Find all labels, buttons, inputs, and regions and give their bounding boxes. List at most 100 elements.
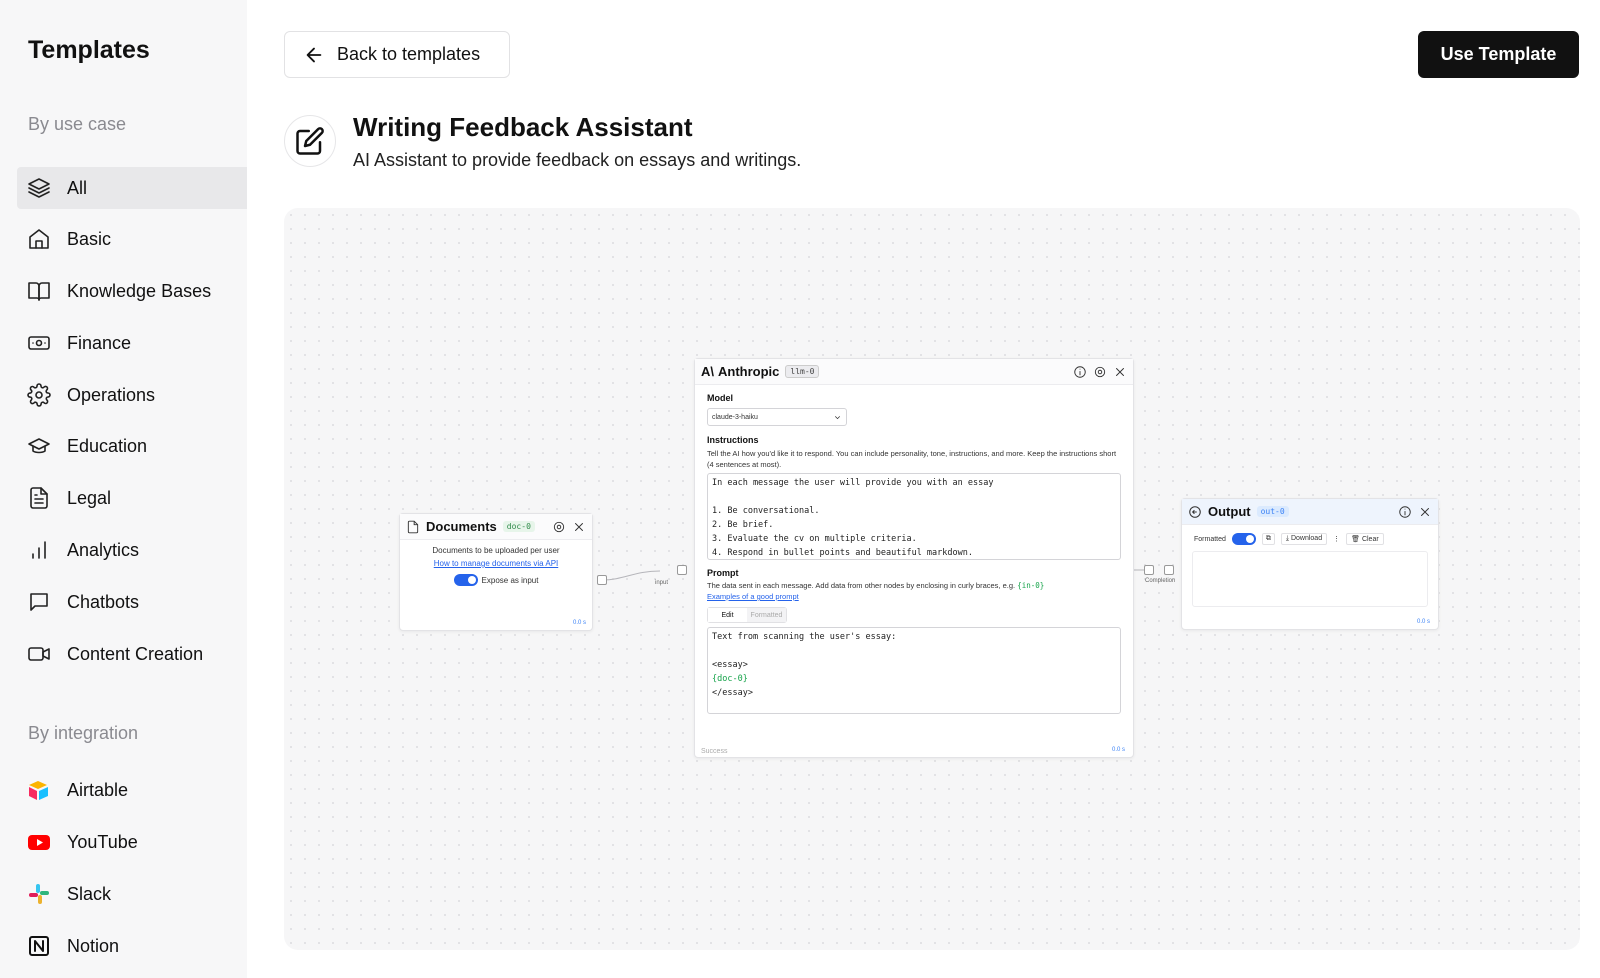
anthropic-node-header: A\ Anthropic llm-0 [695, 359, 1133, 385]
close-icon[interactable] [1113, 365, 1127, 379]
use-template-button[interactable]: Use Template [1418, 31, 1579, 78]
sidebar-item-label: Content Creation [67, 643, 204, 664]
sidebar-item-all[interactable]: All [17, 167, 247, 209]
back-button-label: Back to templates [337, 44, 481, 64]
prompt-label: Prompt [707, 568, 739, 578]
section-label-integration: By integration [28, 723, 139, 743]
chat-bubble-icon [26, 589, 52, 615]
documents-node-tag: doc-0 [502, 521, 535, 532]
sidebar-item-label: YouTube [67, 831, 138, 852]
sidebar-item-content-creation[interactable]: Content Creation [17, 633, 247, 675]
documents-node-header: Documents doc-0 [400, 514, 592, 540]
copy-icon[interactable]: ⧉ [1261, 533, 1275, 545]
sidebar-item-knowledge-bases[interactable]: Knowledge Bases [17, 270, 247, 312]
page-title: Writing Feedback Assistant [353, 112, 693, 142]
tab-edit[interactable]: Edit [708, 608, 747, 622]
sidebar-item-legal[interactable]: Legal [17, 477, 247, 519]
sidebar-item-operations[interactable]: Operations [17, 374, 247, 416]
model-select-value: claude-3-haiku [712, 413, 758, 421]
formatted-toggle[interactable] [1231, 533, 1256, 545]
download-label: Download [1290, 535, 1323, 542]
download-button[interactable]: ⤓ Download [1280, 533, 1328, 545]
model-select[interactable]: claude-3-haiku [707, 408, 847, 426]
sidebar-item-label: Airtable [67, 779, 129, 800]
model-label: Model [707, 393, 733, 403]
sidebar-item-analytics[interactable]: Analytics [17, 529, 247, 571]
good-prompt-link[interactable]: Examples of a good prompt [707, 592, 1121, 601]
instructions-label: Instructions [707, 435, 759, 445]
documents-node-title: Documents [426, 519, 497, 534]
sidebar-item-chatbots[interactable]: Chatbots [17, 581, 247, 623]
slack-logo-icon [26, 881, 52, 907]
sidebar-item-basic[interactable]: Basic [17, 218, 247, 260]
flow-canvas[interactable]: Documents doc-0 Documents to be uploaded… [284, 208, 1580, 950]
anthropic-node-tag: llm-0 [785, 365, 820, 378]
prompt-textarea[interactable]: Text from scanning the user's essay: <es… [707, 627, 1121, 714]
sidebar-item-youtube[interactable]: YouTube [17, 821, 247, 863]
anthropic-node-timer: 0.0 s [1111, 747, 1125, 753]
sidebar: Templates By use case All Basic Knowledg… [0, 0, 247, 978]
sidebar-item-label: Legal [67, 487, 112, 508]
back-to-templates-button[interactable]: Back to templates [284, 31, 510, 78]
prompt-line-2: <essay> [712, 660, 748, 670]
graduation-cap-icon [26, 433, 52, 459]
expose-input-label: Expose as input [481, 575, 539, 585]
more-icon[interactable]: ⋮ [1333, 535, 1340, 543]
formatted-label: Formatted [1194, 535, 1226, 543]
gear-icon [26, 382, 52, 408]
chevron-down-icon [834, 415, 841, 419]
sidebar-item-education[interactable]: Education [17, 425, 247, 467]
prompt-line-4: </essay> [712, 688, 753, 698]
gear-icon[interactable] [552, 520, 566, 534]
edge-completion-label: Completion [1145, 578, 1176, 584]
prompt-line-3: {doc-0} [712, 674, 748, 684]
clear-button[interactable]: 🗑 Clear [1346, 533, 1384, 545]
sidebar-item-airtable[interactable]: Airtable [17, 769, 247, 811]
sidebar-item-label: Slack [67, 883, 112, 904]
close-icon[interactable] [1418, 505, 1432, 519]
sidebar-item-finance[interactable]: Finance [17, 322, 247, 364]
anthropic-output-port[interactable] [1144, 565, 1154, 575]
sidebar-item-label: Finance [67, 332, 132, 353]
output-node[interactable]: Output out-0 Formatted ⧉ ⤓ Download ⋮ 🗑 … [1181, 498, 1439, 630]
sidebar-item-label: Knowledge Bases [67, 280, 212, 301]
sidebar-item-label: All [67, 177, 88, 198]
instructions-textarea[interactable]: In each message the user will provide yo… [707, 473, 1121, 560]
gear-icon[interactable] [1093, 365, 1107, 379]
edge-input-label: input [655, 580, 669, 586]
info-icon[interactable] [1073, 365, 1087, 379]
banknote-icon [26, 330, 52, 356]
youtube-logo-icon [26, 829, 52, 855]
book-icon [26, 278, 52, 304]
close-icon[interactable] [572, 520, 586, 534]
sidebar-item-label: Operations [67, 384, 156, 405]
sidebar-item-label: Chatbots [67, 591, 140, 612]
expose-input-toggle[interactable] [453, 574, 478, 586]
section-label-use-case: By use case [28, 114, 127, 134]
notion-logo-icon [26, 933, 52, 959]
tab-formatted[interactable]: Formatted [747, 608, 786, 622]
sidebar-item-label: Basic [67, 228, 112, 249]
document-icon [26, 485, 52, 511]
output-node-tag: out-0 [1256, 506, 1289, 517]
clear-label: Clear [1361, 536, 1379, 543]
output-input-port[interactable] [1164, 565, 1174, 575]
info-icon[interactable] [1398, 505, 1412, 519]
anthropic-node[interactable]: A\ Anthropic llm-0 Model claude-3-haiku … [694, 358, 1134, 758]
prompt-tabs: Edit Formatted [707, 607, 787, 623]
anthropic-logo-icon: A\ [701, 364, 714, 379]
airtable-logo-icon [26, 777, 52, 803]
prompt-line-1: Text from scanning the user's essay: [712, 632, 897, 642]
documents-node[interactable]: Documents doc-0 Documents to be uploaded… [399, 513, 593, 631]
prompt-help-variable: {in-0} [1017, 581, 1045, 590]
documents-output-port[interactable] [597, 575, 607, 585]
sidebar-title: Templates [28, 36, 150, 64]
bar-chart-icon [26, 537, 52, 563]
output-area [1192, 551, 1428, 607]
anthropic-input-port[interactable] [677, 565, 687, 575]
home-icon [26, 226, 52, 252]
sidebar-item-slack[interactable]: Slack [17, 873, 247, 915]
sidebar-item-label: Analytics [67, 539, 140, 560]
sidebar-item-notion[interactable]: Notion [17, 925, 247, 967]
manage-documents-link[interactable]: How to manage documents via API [400, 559, 592, 568]
